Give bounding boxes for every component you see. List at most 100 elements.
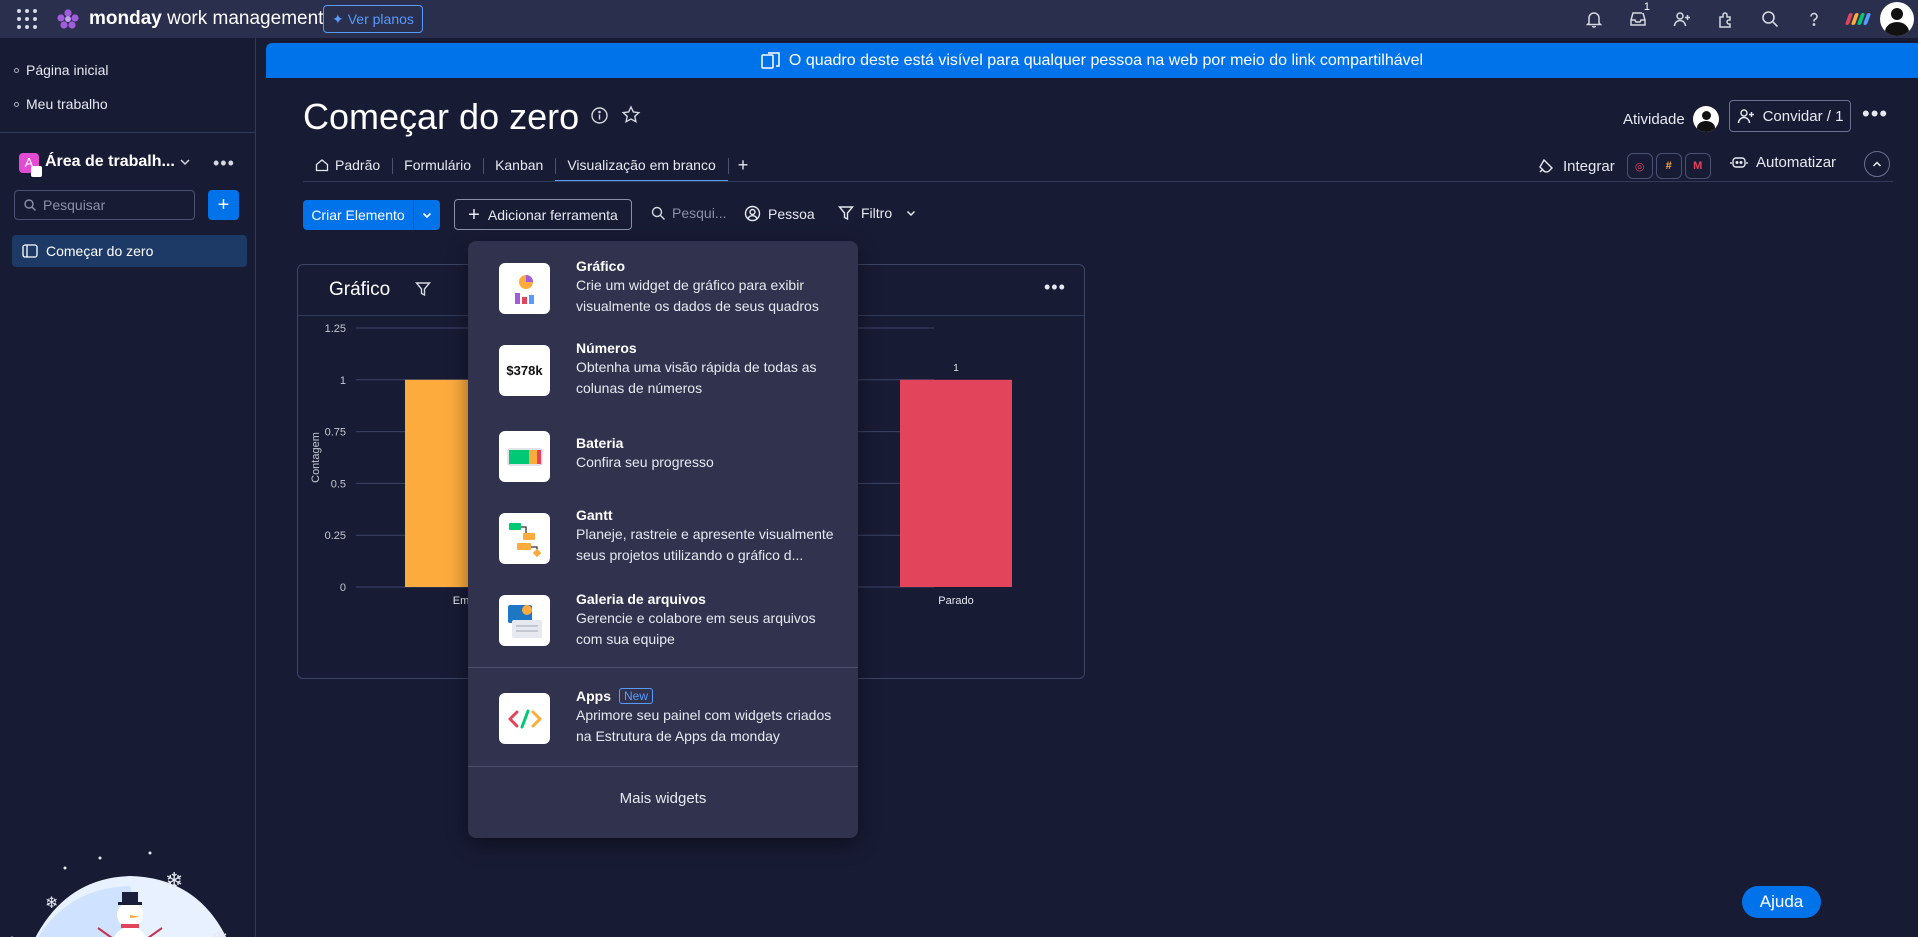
board-more-icon[interactable]: ••• [1862,101,1888,127]
board-title[interactable]: Começar do zero [303,96,579,138]
sidebar-search[interactable] [14,190,195,220]
user-avatar [1692,106,1719,132]
user-avatar[interactable] [1880,2,1914,36]
home-icon [315,159,329,172]
y-tick-label: 0.25 [325,530,346,542]
widget-more-icon[interactable]: ••• [1044,277,1066,298]
search-icon [651,206,665,220]
inbox-badge: 1 [1641,1,1652,13]
tab-visualizacao-em-branco[interactable]: Visualização em branco [555,148,729,182]
add-board-button[interactable]: + [208,190,239,220]
board-icon [22,244,38,258]
workspace-home-icon [31,166,42,177]
robot-icon [1730,157,1748,168]
slack-icon: # [1655,153,1682,179]
board-view-tabs: Padrão Formulário Kanban Visualização em… [303,148,758,182]
chevron-down-icon[interactable] [905,207,917,219]
svg-text:❄: ❄ [165,869,183,894]
add-tool-button[interactable]: + Adicionar ferramenta [454,199,632,230]
y-tick-label: 0.75 [325,427,346,439]
help-button[interactable]: Ajuda [1742,886,1821,918]
automate-button[interactable]: Automatizar [1730,153,1836,171]
apps-grid-icon[interactable] [17,9,37,29]
integrations-icon[interactable] [1704,0,1748,38]
board-search[interactable]: Pesqui... [650,205,726,221]
invite-user-icon [1737,109,1754,124]
chevron-down-icon[interactable] [178,155,192,169]
filter-icon [838,206,854,221]
y-tick-label: 1 [340,375,346,387]
gmail-icon: M [1684,153,1711,179]
invite-user-icon[interactable] [1660,0,1704,38]
y-tick-label: 0 [340,582,346,594]
top-bar: monday work management ✦ Ver planos 1 [0,0,1918,38]
widget-title[interactable]: Gráfico [329,279,390,301]
chart-widget-icon [499,263,550,314]
new-badge: New [619,688,654,704]
divider [468,667,858,668]
sidebar-item-home[interactable]: Página inicial [14,62,109,78]
integrate-button[interactable]: Integrar ◎ # M [1537,153,1711,179]
x-tick-label: Em [453,595,470,607]
create-item-button[interactable]: Criar Elemento [303,200,440,230]
add-tool-dropdown: Gráfico Crie um widget de gráfico para e… [468,241,858,838]
search-icon[interactable] [1748,0,1792,38]
see-plans-button[interactable]: ✦ Ver planos [323,5,423,33]
home-dot-icon [14,67,19,73]
sidebar-search-input[interactable] [43,197,183,213]
tab-kanban[interactable]: Kanban [483,148,555,182]
filter-button[interactable]: Filtro [838,205,917,221]
info-icon[interactable] [590,106,609,125]
workspace-name[interactable]: Área de trabalh... [45,153,175,171]
widget-option-battery[interactable]: Bateria Confira seu progresso [468,431,858,487]
widget-option-apps[interactable]: Apps New Aprimore seu painel com widgets … [468,687,858,759]
widget-option-numbers[interactable]: $378k Números Obtenha uma visão rápida d… [468,339,858,411]
filter-icon[interactable] [415,281,431,297]
tab-padrao[interactable]: Padrão [303,148,392,182]
file-gallery-widget-icon [499,595,550,646]
brand-name: monday work management [89,8,324,29]
divider [303,181,1893,182]
gantt-widget-icon [499,513,550,564]
share-banner: O quadro deste está visível para qualque… [266,43,1918,78]
invite-button[interactable]: Convidar / 1 [1729,100,1851,132]
search-icon [24,199,36,211]
integration-logo-icon: ◎ [1626,153,1653,179]
product-switcher-icon[interactable] [1836,0,1880,38]
person-filter-button[interactable]: Pessoa [744,205,815,222]
sidebar-item-board[interactable]: Começar do zero [12,235,247,267]
sidebar-item-my-work[interactable]: Meu trabalho [14,96,108,112]
inbox-icon[interactable]: 1 [1616,0,1660,38]
share-link-icon [761,51,780,69]
bar-1 [900,379,1012,587]
my-work-dot-icon [14,101,19,107]
help-icon[interactable] [1792,0,1836,38]
monday-logo-icon[interactable] [55,8,81,30]
create-item-label[interactable]: Criar Elemento [303,200,414,230]
widget-option-file-gallery[interactable]: Galeria de arquivos Gerencie e colabore … [468,587,858,659]
winter-snowman-illustration: ❄ ❄ ❄ [10,851,228,937]
svg-text:❄: ❄ [45,893,58,912]
data-label: 1 [953,363,959,374]
widget-option-gantt[interactable]: Gantt Planeje, rastreie e apresente visu… [468,503,858,575]
sidebar: Página inicial Meu trabalho A Área de tr… [0,38,256,937]
collapse-header-button[interactable] [1864,151,1890,177]
divider [0,132,255,133]
star-icon[interactable] [621,105,641,125]
bell-icon[interactable] [1572,0,1616,38]
x-tick-label: Parado [938,595,973,607]
plus-icon: + [468,203,480,226]
chevron-up-icon [1872,161,1882,167]
person-icon [744,205,761,222]
battery-widget-icon [499,431,550,482]
y-axis-label: Contagem [310,432,322,483]
widget-option-chart[interactable]: Gráfico Crie um widget de gráfico para e… [468,257,858,329]
activity-button[interactable]: Atividade [1623,106,1719,132]
svg-text:❄: ❄ [210,927,228,937]
tab-formulario[interactable]: Formulário [392,148,483,182]
sparkle-icon: ✦ [332,10,344,27]
workspace-more-icon[interactable]: ••• [213,153,235,174]
add-view-button[interactable]: + [727,148,759,182]
chevron-down-icon[interactable] [414,200,440,230]
more-widgets-button[interactable]: Mais widgets [468,790,858,807]
